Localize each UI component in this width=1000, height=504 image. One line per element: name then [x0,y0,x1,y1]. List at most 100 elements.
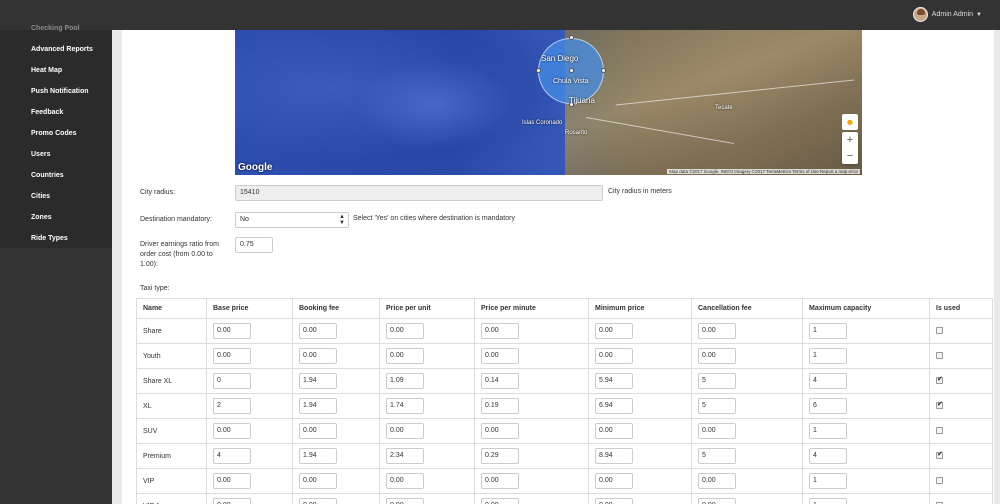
base-price-input[interactable]: 0 [213,373,251,389]
cancellation-fee-input[interactable]: 0.00 [698,348,736,364]
radius-center-handle[interactable] [569,68,574,73]
minimum-price-input[interactable]: 6.94 [595,398,633,414]
is-used-checkbox[interactable] [936,476,943,484]
price-per-unit-input[interactable]: 1.74 [386,398,424,414]
minimum-price-input[interactable]: 0.00 [595,348,633,364]
header-is-used: Is used [929,298,993,319]
destination-mandatory-select[interactable]: No ▲ ▼ [235,212,349,228]
table-cell: 1 [802,493,930,504]
table-cell [929,443,993,469]
base-price-input[interactable]: 4 [213,448,251,464]
sidebar-item-checking-pool[interactable]: Checking Pool [31,25,80,32]
sidebar-item-zones[interactable]: Zones [31,214,52,221]
sidebar-item-ride-types[interactable]: Ride Types [31,235,68,242]
driver-earnings-input[interactable]: 0.75 [235,237,273,253]
minimum-price-input[interactable]: 5.94 [595,373,633,389]
maximum-capacity-input[interactable]: 1 [809,323,847,339]
sidebar-item-users[interactable]: Users [31,151,50,158]
booking-fee-input[interactable]: 0.00 [299,473,337,489]
is-used-checkbox[interactable] [936,375,943,384]
base-price-input[interactable]: 0.00 [213,423,251,439]
zoom-out-button[interactable]: − [842,148,858,164]
base-price-input[interactable]: 2 [213,398,251,414]
price-per-minute-input[interactable]: 0.14 [481,373,519,389]
booking-fee-input[interactable]: 0.00 [299,348,337,364]
price-per-minute-input[interactable]: 0.19 [481,398,519,414]
avatar [912,7,928,22]
minimum-price-input[interactable]: 0.00 [595,323,633,339]
maximum-capacity-input[interactable]: 1 [809,423,847,439]
is-used-checkbox[interactable] [936,351,943,359]
is-used-checkbox[interactable] [936,450,943,459]
sidebar-item-promo-codes[interactable]: Promo Codes [31,130,77,137]
sidebar-item-push-notification[interactable]: Push Notification [31,88,89,95]
maximum-capacity-input[interactable]: 1 [809,348,847,364]
cancellation-fee-input[interactable]: 0.00 [698,423,736,439]
main-content: San Diego Chula Vista Tijuana Islas Coro… [112,30,1000,504]
table-cell: 0.00 [379,468,475,494]
pegman-icon[interactable]: ☻ [842,114,858,130]
is-used-checkbox[interactable] [936,426,943,434]
table-cell: 0.00 [588,418,692,444]
booking-fee-input[interactable]: 0.00 [299,423,337,439]
radius-handle[interactable] [569,35,574,40]
price-per-minute-input[interactable]: 0.00 [481,498,519,504]
city-edit-panel: San Diego Chula Vista Tijuana Islas Coro… [122,30,994,504]
is-used-checkbox[interactable] [936,400,943,409]
table-cell: 0.00 [691,493,803,504]
price-per-unit-input[interactable]: 1.09 [386,373,424,389]
radius-handle[interactable] [536,68,541,73]
maximum-capacity-input[interactable]: 1 [809,473,847,489]
price-per-unit-input[interactable]: 0.00 [386,323,424,339]
zoom-in-button[interactable]: + [842,132,858,148]
booking-fee-input[interactable]: 1.94 [299,373,337,389]
table-cell: 0.00 [206,468,293,494]
price-per-minute-input[interactable]: 0.29 [481,448,519,464]
user-menu[interactable]: Admin Admin ▼ [912,7,982,22]
cancellation-fee-input[interactable]: 5 [698,448,736,464]
radius-handle[interactable] [601,68,606,73]
cancellation-fee-input[interactable]: 0.00 [698,473,736,489]
price-per-minute-input[interactable]: 0.00 [481,423,519,439]
cancellation-fee-input[interactable]: 0.00 [698,323,736,339]
base-price-input[interactable]: 0.00 [213,473,251,489]
minimum-price-input[interactable]: 0.00 [595,473,633,489]
taxi-type-name: SUV [136,418,207,444]
price-per-minute-input[interactable]: 0.00 [481,348,519,364]
minimum-price-input[interactable]: 0.00 [595,498,633,504]
sidebar-item-heat-map[interactable]: Heat Map [31,67,62,74]
price-per-unit-input[interactable]: 0.00 [386,498,424,504]
price-per-unit-input[interactable]: 0.00 [386,348,424,364]
cancellation-fee-input[interactable]: 5 [698,373,736,389]
taxi-type-name: Share [136,318,207,344]
price-per-minute-input[interactable]: 0.00 [481,323,519,339]
sidebar-item-feedback[interactable]: Feedback [31,109,63,116]
map-land [565,30,862,175]
destination-mandatory-hint: Select 'Yes' on cities where destination… [353,215,515,222]
sidebar-item-cities[interactable]: Cities [31,193,50,200]
cancellation-fee-input[interactable]: 0.00 [698,498,736,504]
base-price-input[interactable]: 0.00 [213,348,251,364]
base-price-input[interactable]: 0.00 [213,498,251,504]
maximum-capacity-input[interactable]: 6 [809,398,847,414]
maximum-capacity-input[interactable]: 4 [809,373,847,389]
sidebar-item-countries[interactable]: Countries [31,172,64,179]
price-per-unit-input[interactable]: 0.00 [386,473,424,489]
price-per-minute-input[interactable]: 0.00 [481,473,519,489]
booking-fee-input[interactable]: 1.94 [299,398,337,414]
base-price-input[interactable]: 0.00 [213,323,251,339]
maximum-capacity-input[interactable]: 4 [809,448,847,464]
price-per-unit-input[interactable]: 2.34 [386,448,424,464]
city-map[interactable]: San Diego Chula Vista Tijuana Islas Coro… [235,30,862,175]
cancellation-fee-input[interactable]: 5 [698,398,736,414]
is-used-checkbox[interactable] [936,326,943,334]
minimum-price-input[interactable]: 8.94 [595,448,633,464]
map-attribution[interactable]: Map data ©2017 Google, INEGI Imagery ©20… [667,169,860,174]
price-per-unit-input[interactable]: 0.00 [386,423,424,439]
minimum-price-input[interactable]: 0.00 [595,423,633,439]
booking-fee-input[interactable]: 1.94 [299,448,337,464]
maximum-capacity-input[interactable]: 1 [809,498,847,504]
booking-fee-input[interactable]: 0.00 [299,498,337,504]
sidebar-item-advanced-reports[interactable]: Advanced Reports [31,46,93,53]
booking-fee-input[interactable]: 0.00 [299,323,337,339]
